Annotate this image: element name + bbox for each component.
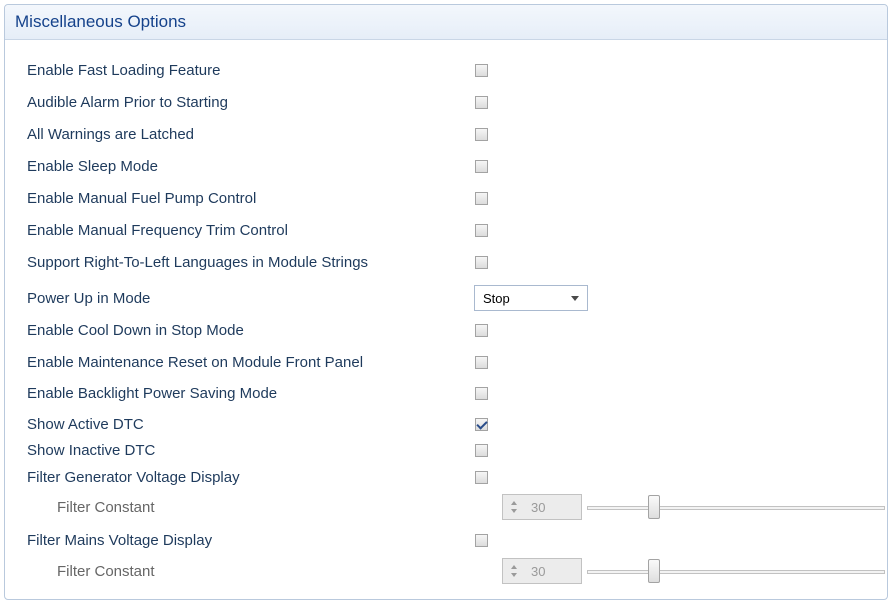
option-row-filter-mains: Filter Mains Voltage Display	[5, 525, 889, 557]
mains-filter-constant-slider	[587, 558, 885, 586]
chevron-up-icon	[511, 565, 517, 569]
option-label: Enable Cool Down in Stop Mode	[27, 322, 244, 339]
slider-track	[587, 506, 885, 510]
sleep-mode-checkbox[interactable]	[475, 160, 488, 173]
option-label: Filter Generator Voltage Display	[27, 469, 240, 486]
rtl-languages-checkbox[interactable]	[475, 256, 488, 269]
slider-thumb	[648, 559, 660, 583]
option-row-rtl-languages: Support Right-To-Left Languages in Modul…	[5, 247, 889, 279]
chevron-down-icon	[511, 509, 517, 513]
fuel-pump-checkbox[interactable]	[475, 192, 488, 205]
option-row-frequency-trim: Enable Manual Frequency Trim Control	[5, 215, 889, 247]
option-label: Enable Sleep Mode	[27, 158, 158, 175]
option-row-sleep-mode: Enable Sleep Mode	[5, 151, 889, 183]
audible-alarm-checkbox[interactable]	[475, 96, 488, 109]
show-inactive-dtc-checkbox[interactable]	[475, 444, 488, 457]
option-label: Show Inactive DTC	[27, 442, 156, 459]
filter-generator-checkbox[interactable]	[475, 471, 488, 484]
option-row-backlight-saving: Enable Backlight Power Saving Mode	[5, 378, 889, 410]
maintenance-reset-checkbox[interactable]	[475, 356, 488, 369]
frequency-trim-checkbox[interactable]	[475, 224, 488, 237]
option-label: Filter Constant	[57, 563, 155, 580]
slider-track	[587, 570, 885, 574]
option-row-cool-down: Enable Cool Down in Stop Mode	[5, 315, 889, 347]
option-label: Filter Constant	[57, 499, 155, 516]
filter-mains-checkbox[interactable]	[475, 534, 488, 547]
power-up-mode-select[interactable]: Stop	[474, 285, 588, 311]
option-label: Enable Maintenance Reset on Module Front…	[27, 354, 364, 371]
panel-header: Miscellaneous Options	[5, 5, 887, 40]
backlight-saving-checkbox[interactable]	[475, 387, 488, 400]
generator-filter-constant-slider	[587, 494, 885, 522]
option-row-fuel-pump: Enable Manual Fuel Pump Control	[5, 183, 889, 215]
misc-options-panel: Miscellaneous Options Enable Fast Loadin…	[4, 4, 888, 600]
option-row-warnings-latched: All Warnings are Latched	[5, 119, 889, 151]
warnings-latched-checkbox[interactable]	[475, 128, 488, 141]
spinner-value: 30	[531, 564, 546, 579]
option-label: Audible Alarm Prior to Starting	[27, 94, 228, 111]
option-row-generator-filter-constant: Filter Constant 30	[5, 492, 889, 524]
option-row-audible-alarm: Audible Alarm Prior to Starting	[5, 87, 889, 119]
chevron-up-icon	[511, 501, 517, 505]
option-label: Power Up in Mode	[27, 290, 151, 307]
show-active-dtc-checkbox[interactable]	[475, 418, 488, 431]
option-row-filter-generator: Filter Generator Voltage Display	[5, 462, 889, 494]
option-row-mains-filter-constant: Filter Constant 30	[5, 556, 889, 588]
option-label: Show Active DTC	[27, 416, 144, 433]
option-label: Support Right-To-Left Languages in Modul…	[27, 254, 369, 271]
fast-loading-checkbox[interactable]	[475, 64, 488, 77]
spinner-arrows	[510, 498, 520, 516]
option-label: Enable Fast Loading Feature	[27, 62, 221, 79]
spinner-arrows	[510, 562, 520, 580]
chevron-down-icon	[511, 573, 517, 577]
option-label: Filter Mains Voltage Display	[27, 532, 213, 549]
option-row-maintenance-reset: Enable Maintenance Reset on Module Front…	[5, 347, 889, 379]
option-row-power-up-mode: Power Up in Mode Stop	[5, 283, 889, 315]
option-label: All Warnings are Latched	[27, 126, 195, 143]
mains-filter-constant-spinner: 30	[502, 558, 582, 584]
spinner-value: 30	[531, 500, 546, 515]
generator-filter-constant-spinner: 30	[502, 494, 582, 520]
option-label: Enable Backlight Power Saving Mode	[27, 385, 278, 402]
chevron-down-icon[interactable]	[571, 296, 579, 301]
cool-down-checkbox[interactable]	[475, 324, 488, 337]
select-value: Stop	[483, 291, 510, 306]
option-label: Enable Manual Frequency Trim Control	[27, 222, 288, 239]
option-label: Enable Manual Fuel Pump Control	[27, 190, 257, 207]
slider-thumb	[648, 495, 660, 519]
option-row-fast-loading: Enable Fast Loading Feature	[5, 55, 889, 87]
panel-title: Miscellaneous Options	[15, 12, 187, 31]
